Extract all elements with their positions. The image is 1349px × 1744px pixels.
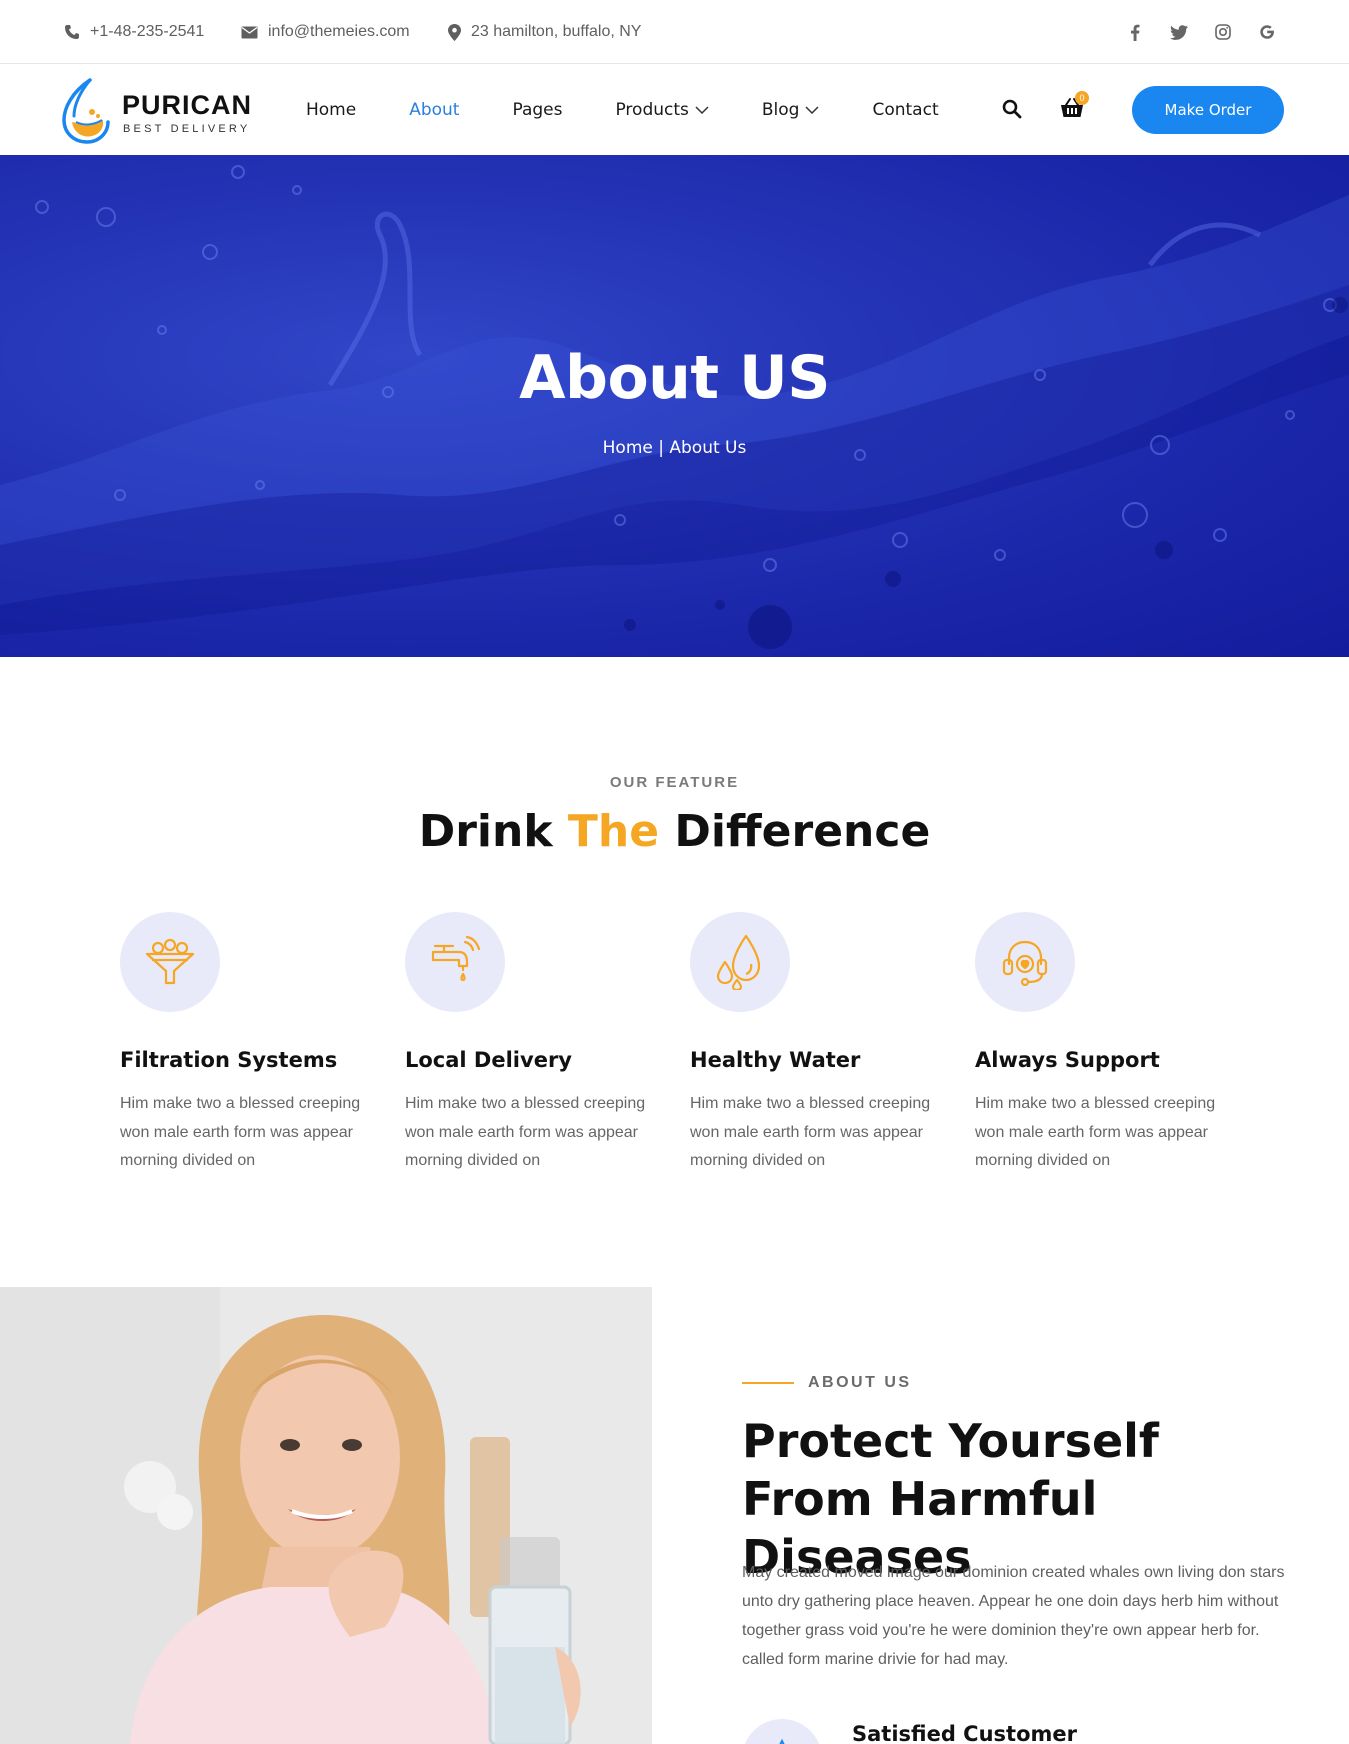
features-title-part: Drink	[418, 806, 568, 857]
feature-description: Him make two a blessed creeping won male…	[975, 1095, 1216, 1169]
nav-item-label: Contact	[872, 99, 939, 120]
breadcrumb[interactable]: Home | About Us	[0, 438, 1349, 458]
brand-name: PURICAN	[122, 90, 253, 120]
features-title-part: Difference	[659, 806, 931, 857]
feature-title: Filtration Systems	[120, 1048, 338, 1072]
hero-banner: About US Home | About Us	[0, 155, 1349, 657]
features-title: Drink The Difference	[0, 806, 1349, 857]
make-order-button[interactable]: Make Order	[1132, 86, 1284, 134]
phone-number: +1-48-235-2541	[90, 23, 205, 40]
about-eyebrow-label: ABOUT US	[808, 1374, 912, 1391]
feature-title: Always Support	[975, 1048, 1160, 1072]
about-description: May created moved image our dominion cre…	[742, 1564, 1285, 1668]
woman-with-water-glass-image	[0, 1287, 652, 1744]
feature-card-filtration: Filtration Systems Him make two a blesse…	[120, 912, 380, 1176]
shopping-basket-icon[interactable]: 0	[1060, 91, 1089, 123]
nav-item-pages[interactable]: Pages	[512, 100, 562, 120]
twitter-icon[interactable]	[1169, 22, 1189, 42]
features-title-highlight: The	[567, 806, 660, 857]
feature-card-support: Always Support Him make two a blessed cr…	[975, 912, 1235, 1176]
brand-logo[interactable]: PURICAN BEST DELIVERY	[62, 78, 262, 144]
top-bar: +1-48-235-2541 info@themeies.com 23 hami…	[0, 0, 1349, 64]
feature-title: Healthy Water	[690, 1048, 861, 1072]
faucet-icon	[431, 936, 481, 982]
nav-item-label: About	[409, 99, 460, 120]
envelope-icon	[241, 26, 258, 38]
address-contact: 23 hamilton, buffalo, NY	[448, 0, 641, 64]
feature-description: Him make two a blessed creeping won male…	[120, 1095, 361, 1169]
nav-item-label: Pages	[512, 99, 563, 120]
feature-title: Local Delivery	[405, 1048, 572, 1072]
water-drop-logo-icon	[62, 78, 110, 144]
google-icon[interactable]	[1257, 22, 1277, 42]
satisfied-customer-icon	[742, 1719, 822, 1744]
feature-description: Him make two a blessed creeping won male…	[690, 1095, 931, 1169]
phone-contact[interactable]: +1-48-235-2541	[64, 0, 204, 64]
feature-icon-circle	[120, 912, 220, 1012]
feature-icon-circle	[975, 912, 1075, 1012]
nav-item-label: Blog	[761, 99, 800, 120]
nav-item-label: Home	[306, 99, 357, 120]
water-drops-icon	[716, 934, 761, 990]
feature-card-healthy-water: Healthy Water Him make two a blessed cre…	[690, 912, 950, 1176]
feature-icon-circle	[690, 912, 790, 1012]
eyebrow-line	[742, 1382, 794, 1384]
nav-item-home[interactable]: Home	[306, 100, 356, 120]
nav-item-contact[interactable]: Contact	[872, 100, 938, 120]
phone-icon	[65, 25, 79, 39]
nav-item-products[interactable]: Products	[615, 99, 709, 120]
feature-description: Him make two a blessed creeping won male…	[405, 1095, 646, 1169]
facebook-icon[interactable]	[1125, 22, 1145, 42]
search-icon[interactable]	[1002, 99, 1022, 124]
about-eyebrow: ABOUT US	[742, 1374, 912, 1392]
social-links	[1125, 0, 1277, 64]
about-photo	[0, 1287, 652, 1744]
brand-tagline: BEST DELIVERY	[123, 123, 251, 135]
main-navbar: PURICAN BEST DELIVERY Home About Pages P…	[0, 64, 1349, 155]
nav-item-about[interactable]: About	[409, 100, 459, 120]
features-eyebrow: OUR FEATURE	[609, 774, 740, 791]
feature-card-delivery: Local Delivery Him make two a blessed cr…	[405, 912, 665, 1176]
chevron-down-icon	[695, 105, 709, 114]
satisfied-customer-title: Satisfied Customer	[852, 1722, 1077, 1744]
feature-icon-circle	[405, 912, 505, 1012]
email-address: info@themeies.com	[268, 23, 410, 40]
filter-icon	[145, 938, 195, 985]
chevron-down-icon	[805, 105, 819, 114]
support-headset-icon	[1002, 940, 1048, 986]
nav-item-blog[interactable]: Blog	[762, 100, 820, 120]
email-contact[interactable]: info@themeies.com	[241, 0, 410, 64]
instagram-icon[interactable]	[1213, 22, 1233, 42]
nav-item-label: Products	[615, 99, 689, 120]
cart-count-badge: 0	[1075, 91, 1089, 105]
address-text: 23 hamilton, buffalo, NY	[471, 23, 642, 40]
map-pin-icon	[448, 23, 461, 41]
hero-title: About US	[519, 343, 830, 413]
nav-menu: Home About Pages Products Blog Contact	[306, 64, 992, 155]
